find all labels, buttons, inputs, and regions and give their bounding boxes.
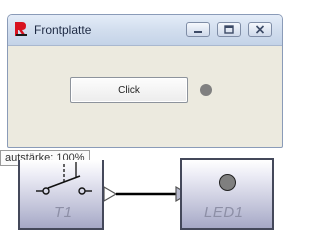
led-lamp-icon [219,174,236,191]
switch-block-t1[interactable]: T1 [18,160,104,230]
led-block-led1[interactable]: LED1 [180,158,274,230]
switch-label: T1 [54,204,73,221]
switch-output-port[interactable] [103,185,118,203]
led-label: LED1 [204,204,244,221]
